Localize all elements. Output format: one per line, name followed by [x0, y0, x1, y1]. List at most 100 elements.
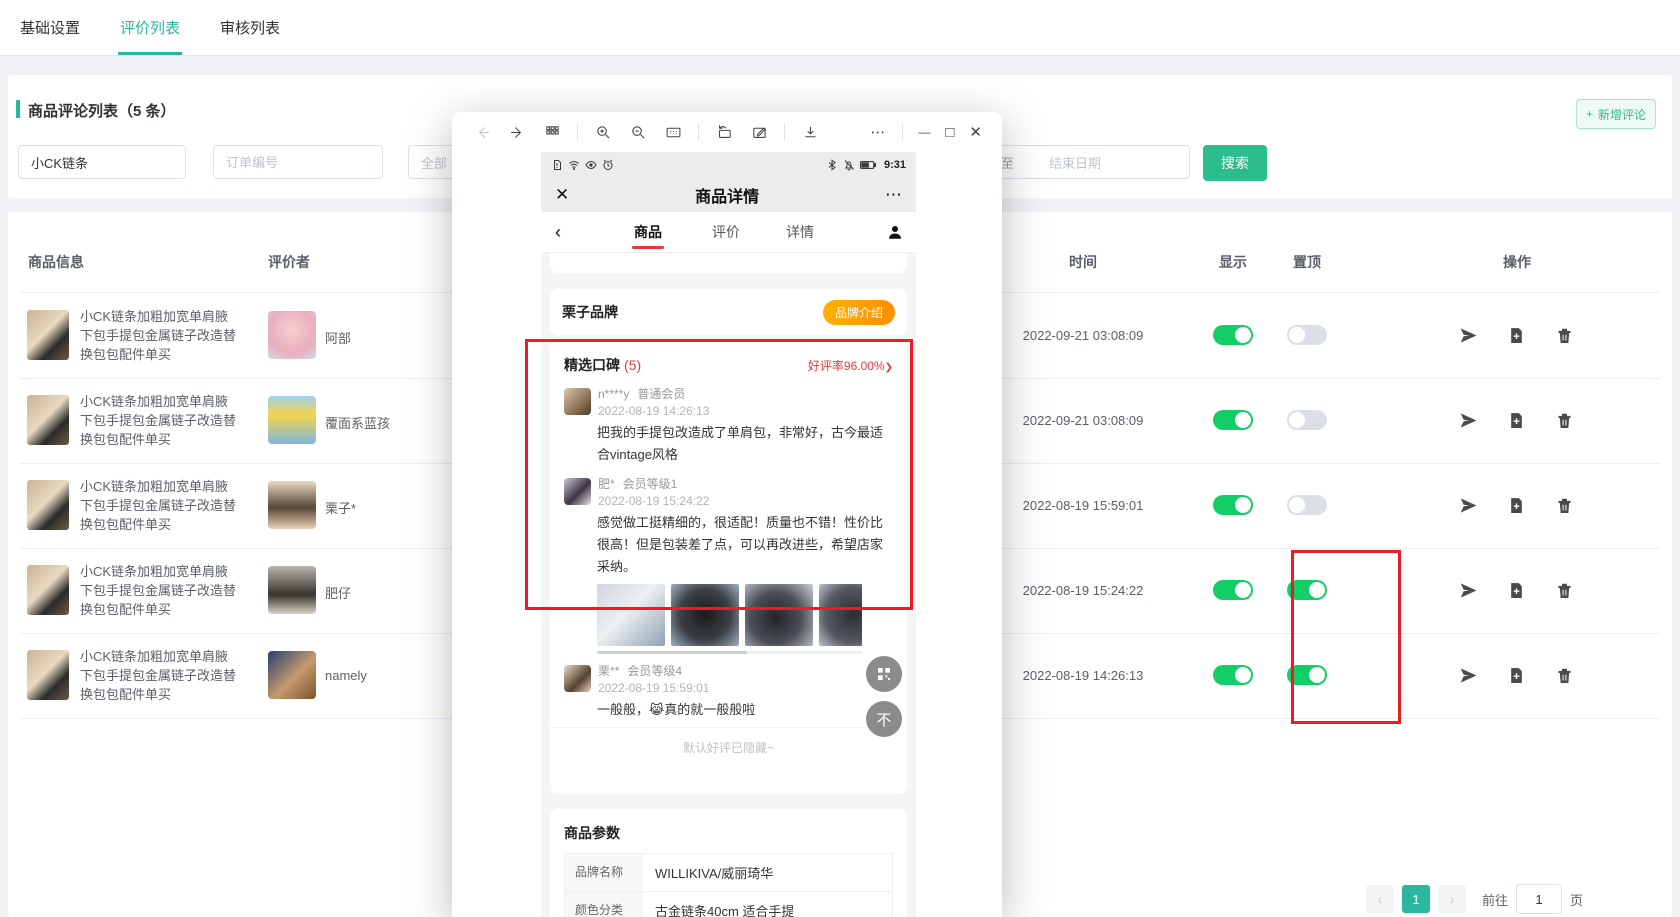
review-user-level: 会员等级4: [627, 664, 682, 678]
show-toggle[interactable]: [1213, 495, 1253, 515]
product-image: [27, 395, 69, 445]
goto-unit: 页: [1570, 890, 1583, 909]
phone-tab-review[interactable]: 评价: [696, 212, 756, 252]
reply-button[interactable]: [1460, 667, 1477, 684]
param-label: 颜色分类: [565, 892, 643, 917]
positive-rate-link[interactable]: 好评率96.00%❯: [808, 357, 893, 374]
edit-icon[interactable]: [749, 122, 769, 142]
review-photo[interactable]: [745, 584, 813, 646]
show-toggle[interactable]: [1213, 410, 1253, 430]
reviews-count: (5): [624, 357, 641, 373]
goto-label: 前往: [1482, 890, 1508, 909]
bluetooth-icon: [826, 159, 838, 171]
current-page-button[interactable]: 1: [1402, 885, 1430, 913]
show-toggle[interactable]: [1213, 580, 1253, 600]
top-toggle[interactable]: [1287, 665, 1327, 685]
more-options-icon[interactable]: ⋯: [870, 125, 887, 140]
review-photos[interactable]: [597, 584, 862, 646]
order-no-input[interactable]: [213, 145, 383, 179]
reviews-title: 精选口碑: [564, 357, 620, 373]
review-date: 2022-08-19 15:24:22: [598, 494, 709, 508]
actual-size-icon[interactable]: [663, 122, 683, 142]
minimize-button[interactable]: —: [918, 126, 930, 138]
add-file-button[interactable]: [1508, 327, 1525, 344]
photos-scrollbar[interactable]: [597, 651, 862, 654]
tab-audit-list[interactable]: 审核列表: [218, 0, 282, 55]
product-name: 小CK链条加粗加宽单肩腋下包手提包金属链子改造替换包包配件单买: [80, 477, 240, 534]
gallery-grid-icon[interactable]: [542, 122, 562, 142]
zoom-out-icon[interactable]: [628, 122, 648, 142]
top-toggle[interactable]: [1287, 325, 1327, 345]
reply-button[interactable]: [1460, 412, 1477, 429]
product-image: [27, 480, 69, 530]
next-page-button[interactable]: ›: [1438, 885, 1466, 913]
phone-tab-detail[interactable]: 详情: [770, 212, 830, 252]
phone-screenshot: 9:31 ✕ 商品详情 ⋯ ‹ 商品 评价 详情 栗子品牌 品牌介绍: [541, 152, 916, 917]
reviewer-name: 栗子*: [325, 498, 356, 517]
scrolled-card-edge: [550, 253, 907, 273]
param-value: WILLIKIVA/威丽琦华: [643, 854, 785, 891]
reply-button[interactable]: [1460, 497, 1477, 514]
goto-page-input[interactable]: [1516, 884, 1562, 914]
add-file-button[interactable]: [1508, 497, 1525, 514]
delete-button[interactable]: [1556, 327, 1573, 344]
phone-tab-product[interactable]: 商品: [618, 212, 678, 252]
rotate-icon[interactable]: [714, 122, 734, 142]
panel-title: 商品评论列表（5 条）: [28, 100, 176, 121]
add-file-button[interactable]: [1508, 582, 1525, 599]
review-photo[interactable]: [597, 584, 665, 646]
back-icon[interactable]: [472, 122, 492, 142]
col-actions: 操作: [1407, 252, 1627, 272]
phone-more-icon[interactable]: ⋯: [885, 185, 902, 205]
image-viewer-window: ⋯ — □ ✕ 9:31 ✕ 商品 详情 ⋯: [452, 112, 1002, 917]
delete-button[interactable]: [1556, 412, 1573, 429]
tab-basic-settings[interactable]: 基础设置: [18, 0, 82, 55]
top-tab-bar: 基础设置 评价列表 审核列表: [0, 0, 1680, 56]
reply-button[interactable]: [1460, 327, 1477, 344]
add-file-button[interactable]: [1508, 412, 1525, 429]
add-comment-button[interactable]: + 新增评论: [1576, 99, 1656, 129]
search-button[interactable]: 搜索: [1203, 145, 1267, 181]
reviewer-name: 覆面系蓝孩: [325, 413, 390, 432]
pagination: ‹ 1 › 前往 页: [1366, 884, 1583, 914]
product-image: [27, 565, 69, 615]
review-text: 一般般，😹真的就一般般啦: [597, 699, 893, 721]
delete-button[interactable]: [1556, 497, 1573, 514]
save-download-icon[interactable]: [800, 122, 820, 142]
delete-button[interactable]: [1556, 667, 1573, 684]
brand-intro-button[interactable]: 品牌介绍: [823, 300, 895, 325]
params-title: 商品参数: [564, 823, 893, 843]
tab-review-list[interactable]: 评价列表: [118, 0, 182, 55]
plus-icon: +: [1586, 107, 1593, 121]
top-toggle[interactable]: [1287, 580, 1327, 600]
show-toggle[interactable]: [1213, 665, 1253, 685]
page-root: 基础设置 评价列表 审核列表 商品评论列表（5 条） + 新增评论 至 结束日期…: [0, 0, 1680, 917]
phone-close-icon[interactable]: ✕: [555, 185, 569, 205]
delete-button[interactable]: [1556, 582, 1573, 599]
product-name: 小CK链条加粗加宽单肩腋下包手提包金属链子改造替换包包配件单买: [80, 562, 240, 619]
prev-page-button[interactable]: ‹: [1366, 885, 1394, 913]
review-photo[interactable]: [671, 584, 739, 646]
zoom-in-icon[interactable]: [593, 122, 613, 142]
phone-review-item: 肥*会员等级1 2022-08-19 15:24:22 感觉做工挺精细的，很适配…: [564, 475, 893, 578]
bu-float-button[interactable]: 不: [866, 701, 902, 737]
review-photo[interactable]: [819, 584, 862, 646]
reply-button[interactable]: [1460, 582, 1477, 599]
add-file-button[interactable]: [1508, 667, 1525, 684]
reviewer-avatar: [268, 311, 316, 359]
status-time: 9:31: [884, 159, 906, 171]
phone-back-icon[interactable]: ‹: [541, 212, 575, 252]
forward-icon[interactable]: [507, 122, 527, 142]
close-button[interactable]: ✕: [969, 125, 982, 140]
person-icon[interactable]: [886, 223, 904, 241]
top-toggle[interactable]: [1287, 495, 1327, 515]
review-time: 2022-09-21 03:08:09: [983, 413, 1183, 428]
review-date: 2022-08-19 15:59:01: [598, 681, 709, 695]
show-toggle[interactable]: [1213, 325, 1253, 345]
reviewer-avatar: [268, 481, 316, 529]
keyword-input[interactable]: [18, 145, 186, 179]
review-time: 2022-08-19 14:26:13: [983, 668, 1183, 683]
top-toggle[interactable]: [1287, 410, 1327, 430]
maximize-button[interactable]: □: [945, 125, 954, 140]
qr-float-button[interactable]: [866, 656, 902, 692]
